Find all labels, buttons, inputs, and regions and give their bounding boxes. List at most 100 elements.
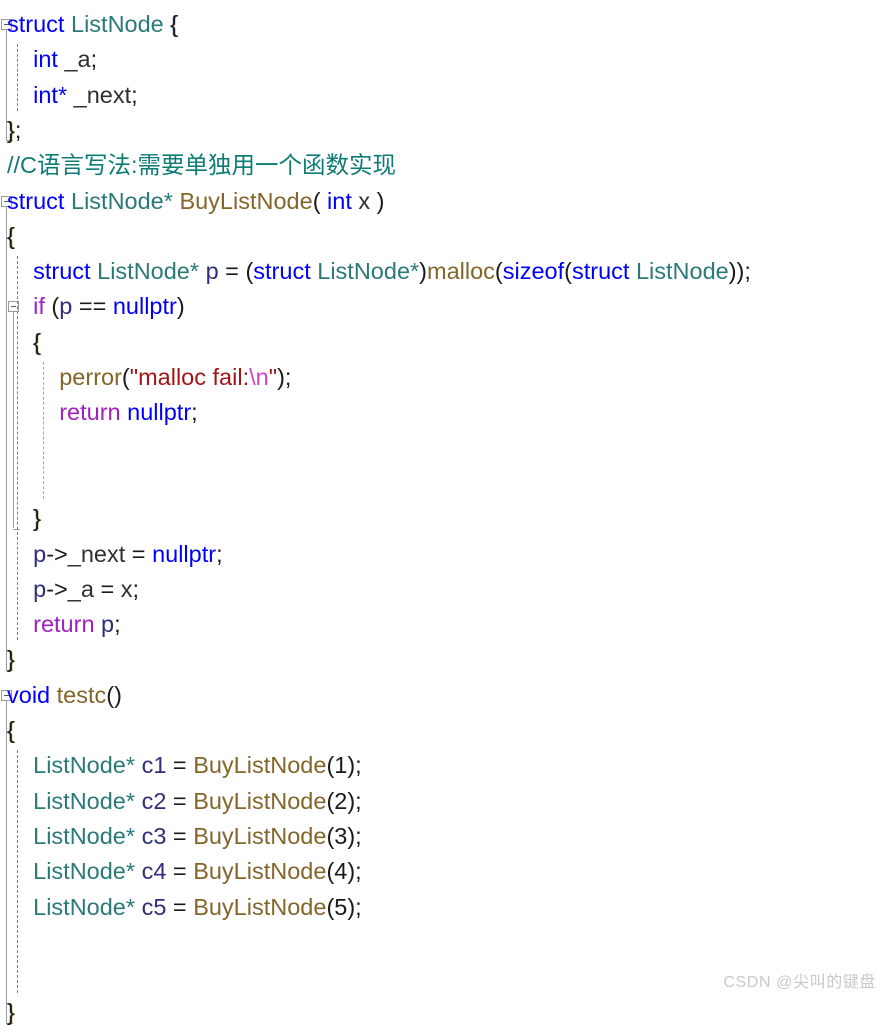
token: (	[564, 258, 572, 285]
token: //C语言写法:需要单独用一个函数实现	[7, 152, 397, 179]
token: ListNode	[317, 258, 411, 285]
token: c5	[141, 893, 167, 920]
token: ;	[216, 540, 223, 567]
token: ListNode	[33, 752, 126, 779]
code-line-text: ListNode* c1 = BuyListNode(1);	[7, 748, 362, 783]
code-line-text: {	[7, 325, 41, 360]
code-line[interactable]: ListNode* c1 = BuyListNode(1);	[0, 748, 890, 783]
code-line[interactable]: {	[0, 325, 890, 360]
code-line[interactable]	[0, 925, 890, 960]
token: {	[7, 717, 15, 743]
token: BuyListNode	[193, 752, 327, 779]
token: *	[189, 258, 200, 285]
token: =	[172, 822, 187, 849]
token: p	[33, 540, 47, 567]
token: c1	[141, 752, 167, 779]
token: ListNode	[71, 187, 164, 214]
code-line[interactable]: {	[0, 219, 890, 254]
token: ;	[114, 611, 121, 638]
token: ;	[131, 81, 138, 108]
code-line-text: return p;	[7, 607, 121, 642]
code-line[interactable]: struct ListNode {	[0, 7, 890, 42]
token: void	[7, 681, 51, 708]
token: int	[327, 187, 352, 214]
token: ->	[46, 575, 68, 602]
code-line-text: perror("malloc fail:\n");	[7, 360, 291, 395]
code-line[interactable]: int* _next;	[0, 78, 890, 113]
token: *	[410, 258, 420, 285]
token: _next	[73, 81, 132, 108]
token: *	[125, 858, 136, 885]
token: x	[120, 575, 133, 602]
code-line[interactable]: p->_a = x;	[0, 572, 890, 607]
token: }	[33, 505, 41, 532]
token: ListNode	[33, 858, 126, 885]
code-line[interactable]: int _a;	[0, 42, 890, 77]
token: (	[494, 258, 503, 285]
token: *	[57, 81, 68, 108]
code-line[interactable]: struct ListNode* BuyListNode( int x )	[0, 184, 890, 219]
code-line[interactable]: {	[0, 713, 890, 748]
token: return	[59, 399, 121, 426]
token: struct	[33, 258, 91, 285]
token: int	[33, 46, 58, 73]
code-line[interactable]: ListNode* c4 = BuyListNode(4);	[0, 854, 890, 889]
code-line[interactable]: p->_next = nullptr;	[0, 537, 890, 572]
token: );	[277, 364, 292, 390]
code-line[interactable]: return p;	[0, 607, 890, 642]
code-line-text: }	[7, 501, 41, 536]
code-line[interactable]: //C语言写法:需要单独用一个函数实现	[0, 148, 890, 183]
token: (	[121, 364, 130, 390]
token: struct	[7, 11, 65, 37]
token: =	[172, 752, 187, 779]
code-line[interactable]: struct ListNode* p = (struct ListNode*)m…	[0, 254, 890, 289]
code-line[interactable]: ListNode* c5 = BuyListNode(5);	[0, 890, 890, 925]
code-line-text: struct ListNode* p = (struct ListNode*)m…	[7, 254, 751, 289]
token: }	[7, 999, 15, 1026]
code-line-text: p->_a = x;	[7, 572, 139, 607]
code-line[interactable]: }	[0, 642, 890, 677]
code-line-text: ListNode* c3 = BuyListNode(3);	[7, 819, 362, 854]
token: "malloc fail:	[129, 364, 250, 390]
code-line[interactable]: ListNode* c2 = BuyListNode(2);	[0, 784, 890, 819]
code-line-text: return nullptr;	[7, 395, 197, 430]
token: =	[172, 858, 187, 885]
token: testc	[56, 681, 107, 708]
code-editor[interactable]: struct ListNode { int _a; int* _next;}; /…	[0, 0, 890, 1025]
code-line[interactable]: };	[0, 113, 890, 148]
code-line[interactable]: }	[0, 995, 890, 1030]
code-line[interactable]: if (p == nullptr)	[0, 289, 890, 324]
token: *	[163, 187, 173, 214]
code-line[interactable]: }	[0, 501, 890, 536]
code-line[interactable]: perror("malloc fail:\n");	[0, 360, 890, 395]
token: )	[370, 187, 385, 214]
token: struct	[253, 258, 311, 285]
token: *	[125, 787, 136, 814]
code-line[interactable]	[0, 466, 890, 501]
code-line-text: struct ListNode* BuyListNode( int x )	[7, 184, 385, 219]
token: int	[33, 81, 58, 108]
token: ListNode	[33, 822, 126, 849]
token: malloc	[427, 258, 495, 285]
code-line[interactable]: ListNode* c3 = BuyListNode(3);	[0, 819, 890, 854]
code-surface[interactable]: struct ListNode { int _a; int* _next;}; /…	[0, 0, 890, 1025]
token: 2	[334, 787, 348, 814]
token: ;	[90, 46, 98, 73]
code-line[interactable]	[0, 431, 890, 466]
code-line[interactable]: void testc()	[0, 678, 890, 713]
code-line-text: int* _next;	[7, 78, 138, 113]
token: )	[419, 258, 427, 285]
code-line[interactable]: return nullptr;	[0, 395, 890, 430]
token: BuyListNode	[193, 893, 327, 920]
code-line-text: struct ListNode {	[7, 7, 178, 42]
token: =	[131, 540, 146, 567]
